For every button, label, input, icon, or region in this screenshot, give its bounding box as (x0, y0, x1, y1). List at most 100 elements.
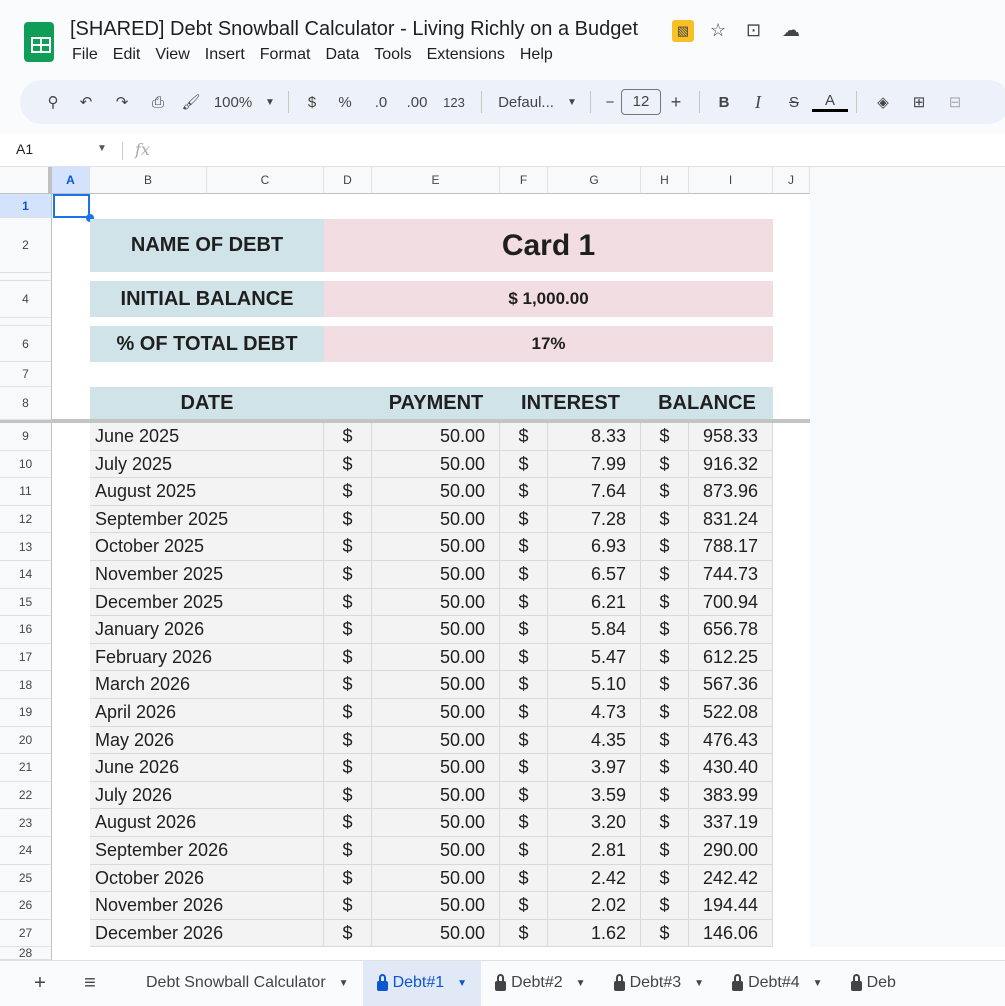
chevron-down-icon[interactable]: ▼ (339, 978, 349, 989)
currency-symbol[interactable]: $ (500, 892, 548, 920)
balance-cell[interactable]: 194.44 (689, 892, 773, 920)
payment-cell[interactable]: 50.00 (372, 699, 500, 727)
column-header-b[interactable]: B (90, 167, 207, 194)
currency-button[interactable]: $ (297, 94, 327, 111)
payment-cell[interactable]: 50.00 (372, 781, 500, 810)
menu-edit[interactable]: Edit (113, 46, 141, 64)
interest-cell[interactable]: 5.47 (548, 643, 641, 672)
sheet-tab-deb[interactable]: Deb (837, 961, 910, 1006)
currency-symbol[interactable]: $ (500, 423, 548, 451)
row-header-10[interactable]: 10 (0, 450, 52, 479)
merge-cells-icon[interactable]: ⊟ (937, 93, 973, 111)
balance-cell[interactable]: 522.08 (689, 699, 773, 727)
payment-cell[interactable]: 50.00 (372, 726, 500, 755)
currency-symbol[interactable]: $ (500, 837, 548, 865)
row-header-16[interactable]: 16 (0, 616, 52, 644)
payment-cell[interactable]: 50.00 (372, 754, 500, 782)
currency-symbol[interactable]: $ (641, 781, 689, 810)
balance-cell[interactable]: 744.73 (689, 561, 773, 589)
balance-cell[interactable]: 383.99 (689, 781, 773, 810)
add-sheet-button[interactable]: + (0, 972, 60, 995)
interest-cell[interactable]: 7.99 (548, 450, 641, 479)
row-header-22[interactable]: 22 (0, 781, 52, 810)
balance-cell[interactable]: 337.19 (689, 809, 773, 837)
interest-cell[interactable]: 7.64 (548, 478, 641, 506)
row-header-23[interactable]: 23 (0, 809, 52, 837)
menu-extensions[interactable]: Extensions (427, 46, 505, 64)
date-cell[interactable]: December 2025 (90, 588, 324, 617)
row-header-2[interactable]: 2 (0, 218, 52, 273)
row-header-3[interactable] (0, 273, 52, 281)
currency-symbol[interactable]: $ (324, 643, 372, 672)
percent-button[interactable]: % (327, 94, 363, 111)
menu-view[interactable]: View (155, 46, 189, 64)
date-cell[interactable]: January 2026 (90, 616, 324, 644)
interest-cell[interactable]: 5.10 (548, 671, 641, 699)
date-cell[interactable]: June 2026 (90, 754, 324, 782)
currency-symbol[interactable]: $ (641, 754, 689, 782)
date-cell[interactable]: November 2025 (90, 561, 324, 589)
document-title[interactable]: [SHARED] Debt Snowball Calculator - Livi… (70, 18, 638, 41)
currency-symbol[interactable]: $ (500, 754, 548, 782)
currency-symbol[interactable]: $ (500, 588, 548, 617)
strikethrough-icon[interactable]: S (776, 94, 812, 111)
column-header-d[interactable]: D (324, 167, 372, 194)
row-header-8[interactable]: 8 (0, 387, 52, 420)
font-size-decrease-button[interactable]: − (599, 94, 621, 111)
italic-button[interactable]: I (740, 92, 776, 113)
balance-cell[interactable]: 146.06 (689, 919, 773, 948)
currency-symbol[interactable]: $ (641, 671, 689, 699)
currency-symbol[interactable]: $ (641, 478, 689, 506)
date-cell[interactable]: September 2026 (90, 837, 324, 865)
payment-cell[interactable]: 50.00 (372, 616, 500, 644)
payment-cell[interactable]: 50.00 (372, 643, 500, 672)
payment-cell[interactable]: 50.00 (372, 809, 500, 837)
bold-button[interactable]: B (708, 94, 740, 111)
currency-symbol[interactable]: $ (324, 892, 372, 920)
column-header-a[interactable]: A (52, 167, 90, 194)
interest-cell[interactable]: 7.28 (548, 505, 641, 534)
balance-cell[interactable]: 958.33 (689, 423, 773, 451)
payment-cell[interactable]: 50.00 (372, 505, 500, 534)
currency-symbol[interactable]: $ (500, 533, 548, 561)
currency-symbol[interactable]: $ (641, 616, 689, 644)
date-cell[interactable]: December 2026 (90, 919, 324, 948)
interest-cell[interactable]: 3.59 (548, 781, 641, 810)
payment-cell[interactable]: 50.00 (372, 892, 500, 920)
row-header-5[interactable] (0, 318, 52, 326)
row-header-12[interactable]: 12 (0, 505, 52, 534)
payment-cell[interactable]: 50.00 (372, 423, 500, 451)
currency-symbol[interactable]: $ (324, 588, 372, 617)
formula-input[interactable] (170, 138, 1000, 162)
balance-cell[interactable]: 831.24 (689, 505, 773, 534)
date-cell[interactable]: March 2026 (90, 671, 324, 699)
currency-symbol[interactable]: $ (500, 809, 548, 837)
currency-symbol[interactable]: $ (500, 919, 548, 948)
increase-decimal-button[interactable]: .00 (399, 94, 435, 111)
row-header-19[interactable]: 19 (0, 699, 52, 727)
sheet-tab-debt-snowball-calculator[interactable]: Debt Snowball Calculator ▼ (132, 961, 363, 1006)
sheets-logo-icon[interactable] (24, 22, 54, 62)
currency-symbol[interactable]: $ (500, 616, 548, 644)
balance-cell[interactable]: 290.00 (689, 837, 773, 865)
zoom-select[interactable]: 100% (206, 94, 260, 111)
decrease-decimal-button[interactable]: .0 (363, 94, 399, 111)
row-header-21[interactable]: 21 (0, 754, 52, 782)
redo-icon[interactable]: ↷ (104, 93, 140, 111)
payment-cell[interactable]: 50.00 (372, 919, 500, 948)
date-cell[interactable]: August 2025 (90, 478, 324, 506)
currency-symbol[interactable]: $ (324, 726, 372, 755)
currency-symbol[interactable]: $ (500, 561, 548, 589)
currency-symbol[interactable]: $ (641, 643, 689, 672)
interest-cell[interactable]: 4.73 (548, 699, 641, 727)
all-sheets-button[interactable]: ≡ (60, 972, 110, 995)
interest-cell[interactable]: 3.20 (548, 809, 641, 837)
font-size-increase-button[interactable]: + (661, 92, 691, 113)
payment-cell[interactable]: 50.00 (372, 533, 500, 561)
search-icon[interactable]: ⚲ (38, 93, 68, 111)
row-header-20[interactable]: 20 (0, 726, 52, 755)
date-cell[interactable]: February 2026 (90, 643, 324, 672)
row-header-25[interactable]: 25 (0, 864, 52, 893)
row-header-26[interactable]: 26 (0, 892, 52, 920)
interest-cell[interactable]: 6.21 (548, 588, 641, 617)
